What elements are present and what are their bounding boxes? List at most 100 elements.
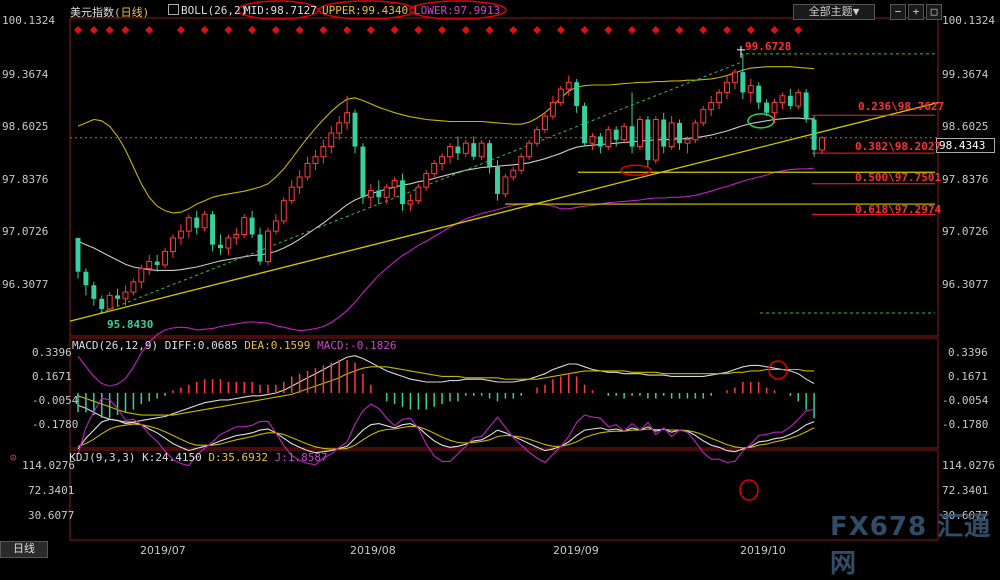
candle-body bbox=[106, 294, 113, 310]
fib-label-0618: 0.618\97.2974 bbox=[855, 203, 942, 216]
candle-body bbox=[684, 139, 691, 144]
candle-body bbox=[407, 200, 414, 205]
candle-body bbox=[352, 112, 358, 147]
y-tick-left: 98.6025 bbox=[2, 120, 49, 133]
candle-body bbox=[542, 115, 548, 131]
candle-body bbox=[257, 234, 263, 262]
candle-body bbox=[455, 146, 461, 154]
symbol-title: 美元指数(日线) bbox=[70, 6, 150, 19]
candle-body bbox=[502, 176, 509, 195]
macd-tick-right: -0.0054 bbox=[942, 394, 989, 407]
candle-body bbox=[91, 285, 97, 299]
plus-button[interactable]: + bbox=[908, 4, 924, 20]
signal-diamond bbox=[604, 26, 613, 34]
highlight-circle bbox=[620, 164, 652, 176]
signal-diamond bbox=[248, 26, 257, 34]
candle-body bbox=[99, 298, 105, 309]
x-tick: 2019/09 bbox=[553, 544, 599, 557]
kdj-tick-left: 72.3401 bbox=[28, 484, 75, 497]
signal-diamond bbox=[723, 26, 732, 34]
signal-diamond bbox=[176, 26, 185, 34]
boll-upper-line bbox=[77, 66, 815, 214]
candle-body bbox=[447, 146, 453, 158]
swing-low-label: 95.8430 bbox=[107, 318, 154, 331]
signal-diamond bbox=[533, 26, 542, 34]
candle-body bbox=[439, 156, 446, 164]
candle-body bbox=[819, 137, 825, 151]
candle-body bbox=[360, 146, 366, 198]
trend-support-line bbox=[69, 101, 939, 322]
signal-diamond bbox=[794, 26, 803, 34]
candle-body bbox=[652, 118, 659, 161]
signal-diamond bbox=[414, 26, 423, 34]
candle-body bbox=[138, 267, 145, 283]
candle-body bbox=[241, 217, 248, 236]
candle-body bbox=[130, 281, 137, 293]
reset-button[interactable]: □ bbox=[926, 4, 942, 20]
boll-mid-value: MID:98.7127 bbox=[244, 4, 317, 17]
candle-body bbox=[589, 135, 596, 144]
macd-tick-left: -0.1780 bbox=[32, 418, 79, 431]
candle-body bbox=[518, 156, 525, 171]
candle-body bbox=[534, 129, 541, 144]
candle-body bbox=[756, 85, 762, 103]
candle-body bbox=[280, 200, 287, 222]
checkbox-icon bbox=[168, 4, 179, 15]
candle-body bbox=[328, 132, 335, 148]
period-tab-daily[interactable]: 日线 bbox=[0, 541, 48, 558]
signal-diamond bbox=[145, 26, 154, 34]
signal-diamond bbox=[438, 26, 447, 34]
candle-body bbox=[177, 230, 184, 239]
current-price-tag: 98.4343 bbox=[936, 138, 995, 153]
candle-body bbox=[574, 82, 580, 106]
candle-body bbox=[194, 217, 200, 228]
candle-body bbox=[637, 118, 643, 148]
candle-body bbox=[731, 71, 738, 83]
signal-diamond bbox=[556, 26, 565, 34]
signal-diamond bbox=[461, 26, 470, 34]
candle-body bbox=[787, 95, 793, 106]
x-tick: 2019/08 bbox=[350, 544, 396, 557]
minus-button[interactable]: − bbox=[890, 4, 906, 20]
candle-body bbox=[304, 162, 311, 178]
signal-diamond bbox=[485, 26, 494, 34]
candle-body bbox=[249, 217, 255, 235]
candle-body bbox=[740, 72, 746, 93]
settings-dot-icon[interactable]: ⊙ bbox=[10, 451, 17, 464]
candle-body bbox=[400, 180, 405, 205]
candle-body bbox=[265, 230, 271, 263]
candle-body bbox=[549, 102, 556, 117]
candle-body bbox=[795, 91, 802, 107]
macd-tick-left: -0.0054 bbox=[32, 394, 79, 407]
signal-diamond bbox=[121, 26, 130, 34]
chevron-down-icon: ▼ bbox=[852, 5, 860, 18]
candle-body bbox=[122, 291, 129, 300]
signal-diamond bbox=[295, 26, 304, 34]
kdj-tick-left: 30.6077 bbox=[28, 509, 75, 522]
boll-indicator-label[interactable]: BOLL(26,2) bbox=[168, 4, 247, 17]
candle-body bbox=[557, 88, 564, 104]
theme-dropdown[interactable]: 全部主题▼ bbox=[793, 4, 875, 20]
macd-tick-right: -0.1780 bbox=[942, 418, 989, 431]
candle-body bbox=[170, 237, 176, 252]
fib-label-0382: 0.382\98.2027 bbox=[855, 140, 942, 153]
y-tick-left: 100.1324 bbox=[2, 14, 55, 27]
candle-body bbox=[771, 102, 778, 114]
candle-body bbox=[415, 186, 422, 202]
candle-body bbox=[700, 108, 707, 124]
signal-diamond bbox=[699, 26, 708, 34]
x-tick: 2019/07 bbox=[140, 544, 186, 557]
signal-diamond bbox=[509, 26, 518, 34]
candle-body bbox=[376, 190, 382, 198]
signal-diamond bbox=[390, 26, 399, 34]
candle-body bbox=[462, 142, 469, 154]
y-tick-right: 98.6025 bbox=[942, 120, 989, 133]
candle-body bbox=[391, 179, 398, 188]
macd-tick-right: 0.3396 bbox=[948, 346, 988, 359]
signal-diamond bbox=[651, 26, 660, 34]
candle-body bbox=[724, 81, 730, 93]
y-tick-right: 97.0726 bbox=[942, 225, 989, 238]
signal-diamond bbox=[343, 26, 352, 34]
y-tick-left: 97.8376 bbox=[2, 173, 49, 186]
fib-label-0236: 0.236\98.7627 bbox=[858, 100, 945, 113]
